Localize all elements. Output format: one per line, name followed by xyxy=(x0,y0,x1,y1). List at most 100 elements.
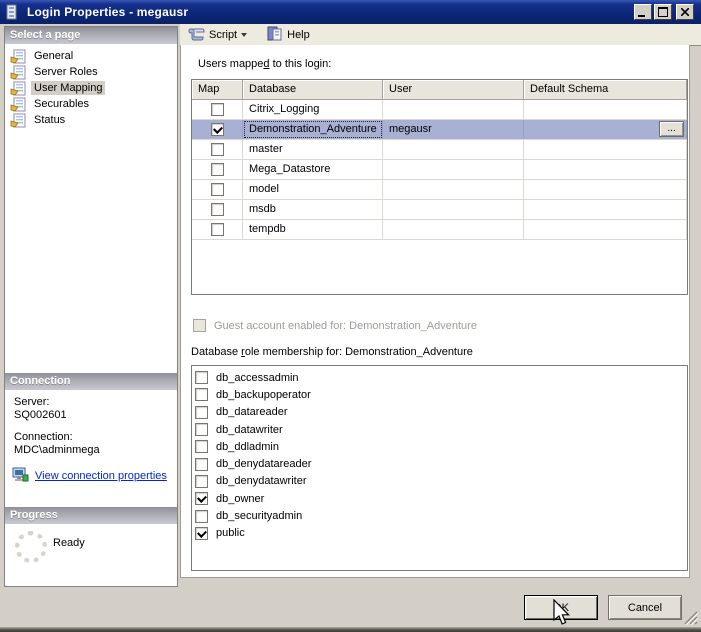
role-checkbox[interactable] xyxy=(195,510,208,523)
role-label: db_backupoperator xyxy=(216,389,311,401)
database-cell: Demonstration_Adventure xyxy=(243,120,383,139)
map-checkbox[interactable] xyxy=(211,143,224,156)
database-cell: model xyxy=(243,180,383,199)
window-controls xyxy=(632,4,694,20)
help-icon xyxy=(267,26,283,44)
user-cell xyxy=(383,140,524,159)
default-schema-cell xyxy=(524,160,687,179)
close-button[interactable] xyxy=(676,4,694,20)
map-checkbox[interactable] xyxy=(211,103,224,116)
sidebar-item-user-mapping[interactable]: User Mapping xyxy=(5,80,177,96)
role-checkbox[interactable] xyxy=(195,475,208,488)
role-label: db_owner xyxy=(216,493,264,505)
map-checkbox[interactable] xyxy=(211,223,224,236)
table-row[interactable]: tempdb xyxy=(192,220,687,240)
column-header-database[interactable]: Database xyxy=(243,80,383,100)
sidebar-item-label: Status xyxy=(31,113,68,127)
user-mapping-table: MapDatabaseUserDefault Schema Citrix_Log… xyxy=(191,79,688,295)
sidebar-item-label: User Mapping xyxy=(31,81,105,95)
table-row[interactable]: msdb xyxy=(192,200,687,220)
list-item[interactable]: db_ddladmin xyxy=(195,438,687,455)
user-cell xyxy=(383,180,524,199)
map-checkbox[interactable] xyxy=(211,163,224,176)
database-cell: tempdb xyxy=(243,220,383,239)
map-checkbox[interactable] xyxy=(211,123,224,136)
table-row[interactable]: Citrix_Logging xyxy=(192,100,687,120)
table-row[interactable]: Mega_Datastore xyxy=(192,160,687,180)
guest-account-label: Guest account enabled for: Demonstration… xyxy=(214,320,477,332)
map-cell xyxy=(192,200,243,219)
role-checkbox[interactable] xyxy=(195,371,208,384)
table-row[interactable]: Demonstration_Adventuremegausr... xyxy=(192,120,687,140)
page-icon xyxy=(10,49,27,64)
sidebar-item-securables[interactable]: Securables xyxy=(5,96,177,112)
script-button[interactable]: Script xyxy=(182,25,253,44)
map-checkbox[interactable] xyxy=(211,183,224,196)
list-item[interactable]: db_denydatawriter xyxy=(195,473,687,490)
table-row[interactable]: model xyxy=(192,180,687,200)
list-item[interactable]: db_owner xyxy=(195,490,687,507)
map-checkbox[interactable] xyxy=(211,203,224,216)
page-icon xyxy=(10,65,27,80)
table-row[interactable]: master xyxy=(192,140,687,160)
role-checkbox[interactable] xyxy=(195,423,208,436)
resize-grip[interactable] xyxy=(683,610,698,625)
list-item[interactable]: db_securityadmin xyxy=(195,507,687,524)
sidebar-item-label: Server Roles xyxy=(31,65,101,79)
role-checkbox[interactable] xyxy=(195,492,208,505)
role-label: db_ddladmin xyxy=(216,441,279,453)
script-button-label: Script xyxy=(209,29,237,41)
default-schema-cell xyxy=(524,180,687,199)
minimize-button[interactable] xyxy=(634,4,652,20)
user-cell: megausr xyxy=(383,120,524,139)
view-connection-properties-link[interactable]: View connection properties xyxy=(35,470,167,482)
sidebar-item-server-roles[interactable]: Server Roles xyxy=(5,64,177,80)
connection-header: Connection xyxy=(5,373,177,390)
help-button[interactable]: Help xyxy=(261,25,316,44)
default-schema-cell: ... xyxy=(524,120,687,139)
script-dropdown-arrow-icon[interactable] xyxy=(241,33,247,37)
list-item[interactable]: db_denydatareader xyxy=(195,455,687,472)
maximize-button[interactable] xyxy=(654,4,672,20)
role-checkbox[interactable] xyxy=(195,527,208,540)
role-label: db_accessadmin xyxy=(216,372,299,384)
sidebar-item-status[interactable]: Status xyxy=(5,112,177,128)
map-cell xyxy=(192,180,243,199)
role-label: db_denydatareader xyxy=(216,458,311,470)
connection-value: MDC\adminmega xyxy=(14,444,100,456)
list-item[interactable]: db_datawriter xyxy=(195,421,687,438)
table-body: Citrix_LoggingDemonstration_Adventuremeg… xyxy=(192,100,687,240)
default-schema-cell xyxy=(524,200,687,219)
role-checkbox[interactable] xyxy=(195,388,208,401)
page-list: General Server Roles User MappingSecurable… xyxy=(5,48,177,128)
column-header-map[interactable]: Map xyxy=(192,80,243,100)
server-value: SQ002601 xyxy=(14,409,67,421)
ok-button[interactable]: OK xyxy=(524,595,598,620)
user-cell xyxy=(383,160,524,179)
cancel-button[interactable]: Cancel xyxy=(608,595,682,620)
database-cell: master xyxy=(243,140,383,159)
default-schema-ellipsis-button[interactable]: ... xyxy=(659,121,684,137)
minimize-icon xyxy=(638,15,645,17)
column-header-default-schema[interactable]: Default Schema xyxy=(524,80,687,100)
list-item[interactable]: db_datareader xyxy=(195,404,687,421)
user-cell xyxy=(383,220,524,239)
list-item[interactable]: db_accessadmin xyxy=(195,369,687,386)
sidebar-item-general[interactable]: General xyxy=(5,48,177,64)
page-icon xyxy=(10,81,27,96)
role-label: public xyxy=(216,527,245,539)
connection-properties-icon xyxy=(12,467,29,485)
list-item[interactable]: db_backupoperator xyxy=(195,386,687,403)
role-checkbox[interactable] xyxy=(195,440,208,453)
list-item[interactable]: public xyxy=(195,525,687,542)
default-schema-cell xyxy=(524,220,687,239)
column-header-user[interactable]: User xyxy=(383,80,524,100)
toolbar: Script Help xyxy=(180,24,701,46)
sidebar-item-label: General xyxy=(31,49,76,63)
role-membership-list: db_accessadmin db_backupoperator db_datare… xyxy=(191,365,688,571)
role-label: db_securityadmin xyxy=(216,510,302,522)
role-checkbox[interactable] xyxy=(195,458,208,471)
map-cell xyxy=(192,160,243,179)
titlebar: Login Properties - megausr xyxy=(0,0,701,24)
role-checkbox[interactable] xyxy=(195,406,208,419)
